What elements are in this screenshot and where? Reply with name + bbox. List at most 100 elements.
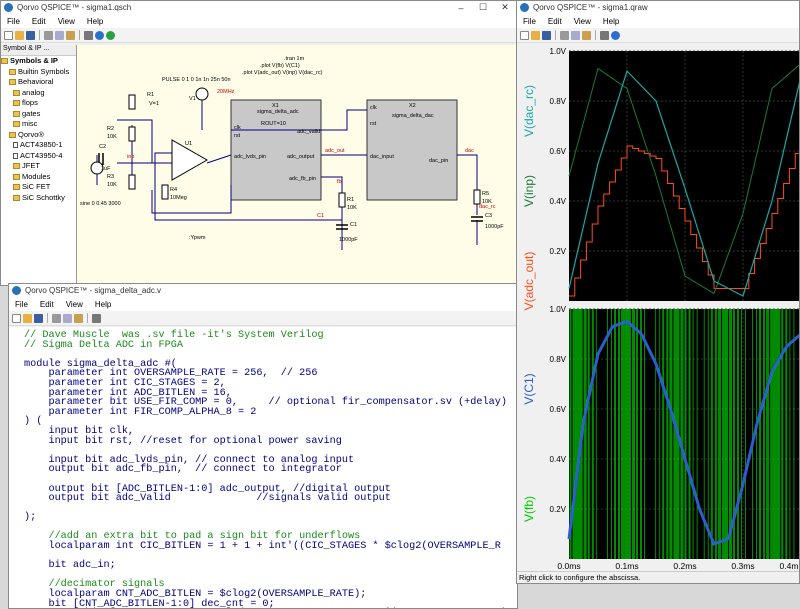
toolbar-separator (87, 313, 88, 323)
y-tick-label: 0.4V (550, 455, 567, 464)
dac-input-pin: dac_input (370, 154, 394, 160)
tree-item[interactable]: ACT43950-4 (1, 151, 76, 162)
help-icon[interactable] (95, 30, 104, 40)
menu-edit[interactable]: Edit (26, 17, 52, 26)
tree-item[interactable]: flops (1, 98, 76, 109)
copy-icon[interactable] (63, 313, 72, 323)
save-icon[interactable] (34, 313, 43, 323)
x-tick-label: 0.0ms (557, 561, 580, 571)
folder-icon (9, 79, 16, 86)
qspice-logo-icon (12, 286, 21, 295)
x1-block[interactable] (230, 99, 322, 201)
v1-value: V=1 (149, 101, 159, 107)
x2-name: sigma_delta_dac (392, 113, 434, 119)
close-button[interactable]: ✕ (494, 2, 516, 13)
open-folder-icon[interactable] (23, 313, 32, 323)
tree-item[interactable]: misc (1, 119, 76, 130)
save-icon[interactable] (26, 30, 35, 40)
code-line: bit adc_in; (24, 560, 116, 572)
menu-file[interactable]: File (517, 17, 542, 26)
tree-item-label: Qorvo® (18, 129, 44, 139)
open-folder-icon[interactable] (15, 30, 24, 40)
cut-icon[interactable] (44, 30, 53, 40)
schematic-menubar: File Edit View Help (1, 14, 516, 28)
minimize-button[interactable]: – (450, 3, 472, 13)
copy-icon[interactable] (55, 30, 64, 40)
tree-item[interactable]: gates (1, 109, 76, 120)
new-file-icon[interactable] (4, 30, 13, 40)
resistor-r2[interactable] (128, 126, 136, 142)
menu-file[interactable]: File (9, 300, 34, 309)
toolbar-separator (39, 30, 40, 40)
help-icon[interactable] (611, 30, 620, 40)
new-file-icon[interactable] (520, 30, 529, 40)
tree-item[interactable]: analog (1, 88, 76, 99)
copy-icon[interactable] (571, 30, 580, 40)
menu-edit[interactable]: Edit (542, 17, 568, 26)
run-simulation-icon[interactable] (106, 30, 115, 40)
menu-edit[interactable]: Edit (34, 300, 60, 309)
tree-item-label: SiC FET (22, 182, 51, 191)
folder-icon (1, 58, 8, 65)
resistor-r5[interactable] (473, 189, 481, 205)
adc-lvds-pin: adc_lvds_pin (234, 154, 266, 160)
r1-value: 10K (347, 205, 357, 211)
r5-value: 10K (482, 199, 492, 205)
paste-icon[interactable] (66, 30, 75, 40)
paste-icon[interactable] (582, 30, 591, 40)
menu-help[interactable]: Help (89, 300, 117, 309)
tree-item[interactable]: SiC Schottky (1, 193, 76, 204)
c1-net: C1 (317, 213, 324, 219)
legend-adc-out: V(adc_out) (522, 252, 536, 311)
tree-item[interactable]: Qorvo® (1, 130, 76, 141)
menu-file[interactable]: File (1, 17, 26, 26)
tree-item[interactable]: Builtin Symbols (1, 67, 76, 78)
legend-dac-rc: V(dac_rc) (522, 85, 536, 137)
menu-help[interactable]: Help (597, 17, 625, 26)
x2-clk-pin: clk (370, 105, 377, 111)
code-editor[interactable]: // Dave Muscle was .sv file -it's System… (9, 327, 517, 608)
y-tick-label: 0.6V (550, 405, 567, 414)
new-file-icon[interactable] (12, 313, 21, 323)
code-line: ); (24, 512, 37, 524)
adc-valid-pin: adc_valid (297, 129, 320, 135)
c1-label: C1 (350, 222, 357, 228)
resistor-r3[interactable] (128, 174, 136, 190)
menu-view[interactable]: View (60, 300, 89, 309)
tree-item[interactable]: SiC FET (1, 182, 76, 193)
menu-help[interactable]: Help (81, 17, 109, 26)
u1-label: U1 (185, 141, 192, 147)
open-folder-icon[interactable] (531, 30, 540, 40)
resistor-r1[interactable] (338, 192, 346, 208)
print-icon[interactable] (600, 30, 609, 40)
fb-net: fb (337, 179, 342, 185)
tree-item[interactable]: JFET (1, 161, 76, 172)
schematic-window: Qorvo QSPICE™ - sigma1.qsch – ☐ ✕ File E… (0, 0, 517, 286)
pulse-source-v1[interactable] (195, 87, 209, 101)
paste-icon[interactable] (74, 313, 83, 323)
waveform-plot-area[interactable]: 0.2V 0.4V 0.6V 0.8V 1.0V 0.2V 0.4V 0.6V 0.8V 1.0V… (517, 45, 800, 573)
tree-item[interactable]: ACT43850-1 (1, 140, 76, 151)
print-icon[interactable] (92, 313, 101, 323)
tree-item[interactable]: Modules (1, 172, 76, 183)
schematic-canvas[interactable]: .tran 1m .plot V(fb) V(C1) .plot V(adc_o… (77, 45, 516, 285)
cut-icon[interactable] (52, 313, 61, 323)
print-icon[interactable] (84, 30, 93, 40)
code-window-title: Qorvo QSPICE™ - sigma_delta_adc.v (25, 286, 162, 295)
folder-icon (13, 100, 20, 107)
tree-item[interactable]: Symbols & IP (1, 56, 76, 67)
resistor-r[interactable] (128, 94, 136, 110)
maximize-button[interactable]: ☐ (472, 2, 494, 13)
cut-icon[interactable] (560, 30, 569, 40)
r4-label: R4 (170, 187, 177, 193)
freq-label: 20MHz (217, 89, 235, 95)
tree-item[interactable]: Behavioral (1, 77, 76, 88)
folder-icon (13, 121, 20, 128)
resistor-r4[interactable] (161, 184, 169, 200)
menu-view[interactable]: View (568, 17, 597, 26)
save-icon[interactable] (542, 30, 551, 40)
menu-view[interactable]: View (52, 17, 81, 26)
status-bar: Right click to configure the abscissa. (517, 571, 799, 583)
r1-ref: R1 (347, 197, 354, 203)
plot-directive-2: .plot V(adc_out) V(inp) V(dac_rc) (242, 70, 323, 76)
